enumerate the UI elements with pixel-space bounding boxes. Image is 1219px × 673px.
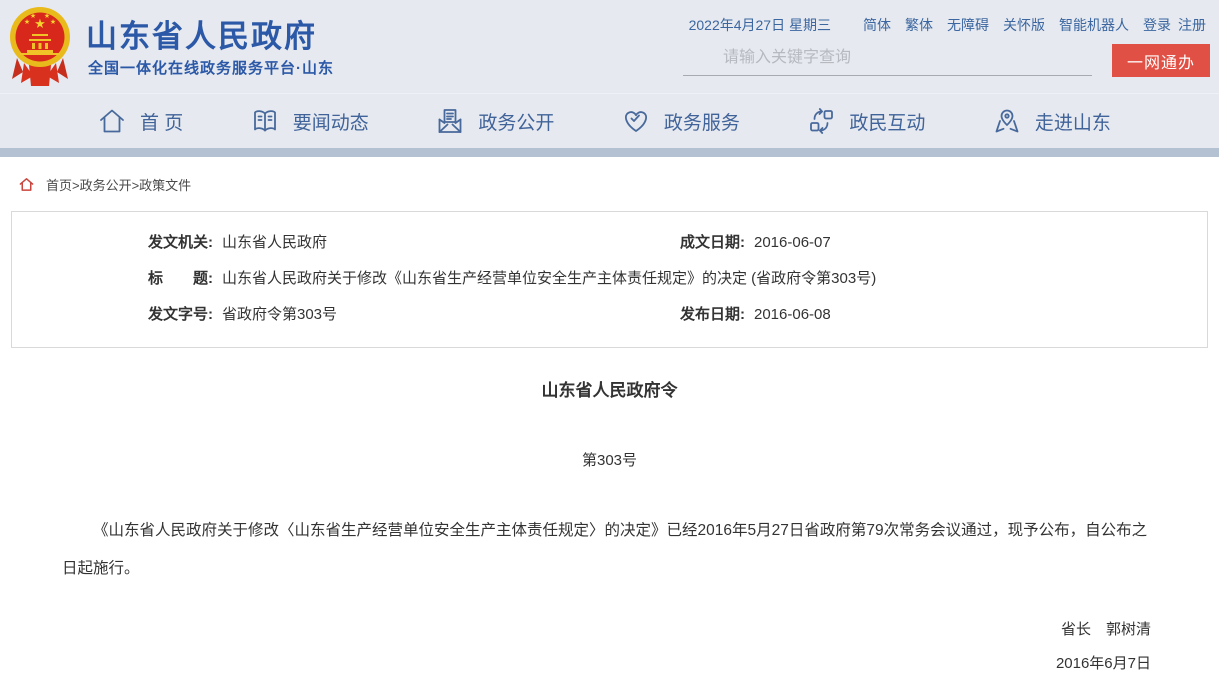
nav-label: 首 页 xyxy=(140,108,183,135)
current-date: 2022年4月27日 星期三 xyxy=(689,15,831,35)
issuing-org-value: 山东省人民政府 xyxy=(222,233,327,253)
nav-label: 政民互动 xyxy=(849,108,925,135)
link-care-version[interactable]: 关怀版 xyxy=(1003,15,1045,35)
issuing-org-label: 发文机关: xyxy=(148,233,213,253)
site-title: 山东省人民政府 xyxy=(86,11,317,56)
nav-label: 要闻动态 xyxy=(293,108,369,135)
publish-date-label: 发布日期: xyxy=(680,305,745,325)
link-smart-robot[interactable]: 智能机器人 xyxy=(1059,15,1129,35)
meta-row-2: 标 题: 山东省人民政府关于修改《山东省生产经营单位安全生产主体责任规定》的决定… xyxy=(148,269,1187,289)
document-body: 山东省人民政府令 第303号 《山东省人民政府关于修改〈山东省生产经营单位安全生… xyxy=(0,376,1219,673)
mail-document-icon xyxy=(435,106,465,136)
map-pin-icon xyxy=(992,106,1022,136)
meta-row-3: 发文字号: 省政府令第303号 发布日期: 2016-06-08 xyxy=(148,305,1187,325)
decree-paragraph: 《山东省人民政府关于修改〈山东省生产经营单位安全生产主体责任规定〉的决定》已经2… xyxy=(62,512,1155,588)
site-header: ★ ★ ★ ★ ★ 山东省人民政府 全国一体化在线政务服务平台·山东 2022年… xyxy=(0,0,1219,93)
written-date-label: 成文日期: xyxy=(680,233,745,253)
doc-no-label: 发文字号: xyxy=(148,305,213,325)
nav-item-about-shandong[interactable]: 走进山东 xyxy=(992,106,1111,136)
heart-check-icon xyxy=(621,106,651,136)
breadcrumb-path[interactable]: 首页>政务公开>政策文件 xyxy=(46,175,191,194)
written-date-value: 2016-06-07 xyxy=(754,233,831,253)
meta-row-1: 发文机关: 山东省人民政府 成文日期: 2016-06-07 xyxy=(148,233,1187,253)
site-subtitle: 全国一体化在线政务服务平台·山东 xyxy=(88,57,334,78)
publish-date-value: 2016-06-08 xyxy=(754,305,831,325)
home-icon-red xyxy=(18,176,35,193)
nav-item-interaction[interactable]: 政民互动 xyxy=(806,106,925,136)
home-icon xyxy=(97,106,127,136)
doc-no-value: 省政府令第303号 xyxy=(222,305,337,325)
svg-text:★: ★ xyxy=(30,12,36,20)
signature-line: 省长 郭树清 xyxy=(0,618,1151,639)
nav-divider-band xyxy=(0,148,1219,157)
link-traditional[interactable]: 繁体 xyxy=(905,15,933,35)
doc-meta-card: 发文机关: 山东省人民政府 成文日期: 2016-06-07 标 题: 山东省人… xyxy=(11,211,1208,348)
nav-item-services[interactable]: 政务服务 xyxy=(621,106,740,136)
link-accessibility[interactable]: 无障碍 xyxy=(947,15,989,35)
decree-number: 第303号 xyxy=(0,449,1219,470)
main-nav: 首 页 要闻动态 政务公开 政务服务 政民互动 xyxy=(0,93,1219,148)
search-input[interactable] xyxy=(683,44,1092,76)
open-book-icon xyxy=(250,106,280,136)
nav-item-home[interactable]: 首 页 xyxy=(97,106,183,136)
exchange-arrows-icon xyxy=(806,106,836,136)
yiwangtongban-button[interactable]: 一网通办 xyxy=(1112,44,1210,77)
search-bar xyxy=(683,44,1092,76)
nav-label: 政务公开 xyxy=(478,108,554,135)
nav-item-news[interactable]: 要闻动态 xyxy=(250,106,369,136)
link-register[interactable]: 注册 xyxy=(1178,15,1206,35)
breadcrumb[interactable]: 首页>政务公开>政策文件 xyxy=(0,157,1219,195)
utility-links: 2022年4月27日 星期三 简体 繁体 无障碍 关怀版 智能机器人 登录 注册 xyxy=(689,15,1206,35)
doc-title-label: 标 题: xyxy=(148,269,213,289)
link-simplified[interactable]: 简体 xyxy=(863,15,891,35)
svg-text:★: ★ xyxy=(50,18,56,26)
china-national-emblem-icon: ★ ★ ★ ★ ★ xyxy=(8,4,72,90)
nav-label: 走进山东 xyxy=(1035,108,1111,135)
nav-label: 政务服务 xyxy=(664,108,740,135)
nav-item-gov-info[interactable]: 政务公开 xyxy=(435,106,554,136)
decree-title: 山东省人民政府令 xyxy=(0,376,1219,401)
doc-title-value: 山东省人民政府关于修改《山东省生产经营单位安全生产主体责任规定》的决定 (省政府… xyxy=(222,269,876,289)
link-login[interactable]: 登录 xyxy=(1143,15,1171,35)
